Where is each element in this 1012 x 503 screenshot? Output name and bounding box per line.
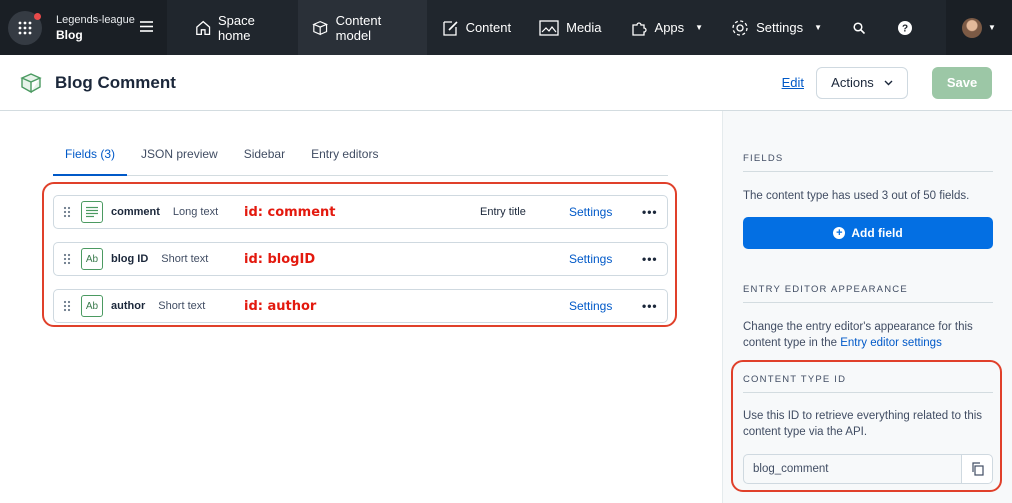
field-id-annotation: id: comment xyxy=(244,204,336,220)
drag-handle-icon[interactable] xyxy=(63,300,71,312)
space-name: Blog xyxy=(56,27,83,42)
content-type-sidebar: FIELDS The content type has used 3 out o… xyxy=(722,111,1012,503)
fields-heading: FIELDS xyxy=(743,153,993,172)
content-type-icon xyxy=(20,72,42,93)
notification-dot xyxy=(34,12,41,20)
actions-label: Actions xyxy=(831,75,874,90)
chevron-down-icon: ▼ xyxy=(695,23,704,32)
nav-label: Media xyxy=(566,20,602,35)
more-options-icon[interactable]: ••• xyxy=(642,205,658,219)
drag-handle-icon[interactable] xyxy=(63,253,71,265)
content-type-header: Blog Comment Edit Actions Save xyxy=(0,55,1012,111)
add-field-label: Add field xyxy=(851,226,903,240)
content-type-id-heading: CONTENT TYPE ID xyxy=(743,374,993,393)
nav-space-home[interactable]: Space home xyxy=(181,0,299,55)
svg-text:?: ? xyxy=(902,23,908,34)
entry-editor-settings-link[interactable]: Entry editor settings xyxy=(840,337,942,349)
nav-media[interactable]: Media xyxy=(525,0,615,55)
copy-button[interactable] xyxy=(961,454,993,484)
field-row-comment[interactable]: comment Long text id: comment Entry titl… xyxy=(53,195,668,229)
app-launcher-button[interactable] xyxy=(8,10,42,45)
nav-content-model[interactable]: Content model xyxy=(298,0,427,55)
gear-icon xyxy=(732,19,748,36)
field-name: comment xyxy=(111,206,160,218)
entry-editor-appearance-heading: ENTRY EDITOR APPEARANCE xyxy=(743,284,993,303)
search-button[interactable] xyxy=(836,0,882,55)
chevron-down-icon xyxy=(884,80,893,85)
field-settings-link[interactable]: Settings xyxy=(569,205,612,219)
field-type: Short text xyxy=(161,253,209,265)
tab-fields[interactable]: Fields (3) xyxy=(53,139,128,176)
nav-label: Settings xyxy=(756,20,804,35)
save-button[interactable]: Save xyxy=(932,66,992,99)
image-icon xyxy=(539,19,559,36)
content-type-id-field[interactable]: blog_comment xyxy=(743,454,961,484)
space-switcher[interactable]: Legends-league Blog xyxy=(0,0,167,55)
nav-label: Content xyxy=(465,20,512,35)
puzzle-icon xyxy=(631,21,647,36)
field-id-annotation: id: author xyxy=(244,298,317,314)
nav-label: Content model xyxy=(335,12,382,43)
field-type: Short text xyxy=(158,300,206,312)
content-type-id-description: Use this ID to retrieve everything relat… xyxy=(743,410,983,438)
actions-button[interactable]: Actions xyxy=(816,66,908,99)
nav-content[interactable]: Content xyxy=(427,0,526,55)
top-navigation: Legends-league Blog Space home Content m… xyxy=(0,0,1012,55)
account-menu[interactable]: ▼ xyxy=(946,0,1012,55)
field-type: Long text xyxy=(172,206,219,218)
tab-entry-editors[interactable]: Entry editors xyxy=(299,139,390,176)
field-name: author xyxy=(111,300,146,312)
field-row-author[interactable]: Ab author Short text id: author Settings… xyxy=(53,289,668,323)
field-row-blog-id[interactable]: Ab blog ID Short text id: blogID Setting… xyxy=(53,242,668,276)
field-settings-link[interactable]: Settings xyxy=(569,299,612,313)
tab-json-preview[interactable]: JSON preview xyxy=(129,139,230,176)
short-text-icon: Ab xyxy=(81,248,103,270)
edit-link[interactable]: Edit xyxy=(782,75,804,90)
drag-handle-icon[interactable] xyxy=(63,206,71,218)
add-field-button[interactable]: + Add field xyxy=(743,217,993,249)
field-list: comment Long text id: comment Entry titl… xyxy=(53,195,668,336)
field-name: blog ID xyxy=(111,253,149,265)
content-type-tabs: Fields (3) JSON preview Sidebar Entry ed… xyxy=(53,139,668,176)
nav-label: Apps xyxy=(654,20,685,35)
edit-icon xyxy=(442,20,458,36)
box-icon xyxy=(312,20,329,35)
tab-sidebar[interactable]: Sidebar xyxy=(232,139,297,176)
chevron-down-icon: ▼ xyxy=(988,23,996,32)
entry-title-label: Entry title xyxy=(480,206,526,218)
organization-name: Legends-league xyxy=(56,13,135,26)
copy-icon xyxy=(971,462,984,476)
fields-panel: Fields (3) JSON preview Sidebar Entry ed… xyxy=(0,111,722,503)
field-id-annotation: id: blogID xyxy=(244,251,316,267)
help-button[interactable]: ? xyxy=(882,0,928,55)
plus-icon: + xyxy=(833,227,846,239)
search-icon xyxy=(853,21,865,34)
avatar xyxy=(962,17,983,38)
chevron-down-icon: ▼ xyxy=(814,23,822,32)
long-text-icon xyxy=(81,201,103,223)
appearance-text: Change the entry editor's appearance for… xyxy=(743,319,993,351)
more-options-icon[interactable]: ••• xyxy=(642,252,658,266)
grid-icon xyxy=(18,21,32,34)
fields-usage-text: The content type has used 3 out of 50 fi… xyxy=(743,190,970,202)
nav-label: Space home xyxy=(217,12,255,43)
nav-settings[interactable]: Settings ▼ xyxy=(717,0,836,55)
short-text-icon: Ab xyxy=(81,295,103,317)
help-icon: ? xyxy=(898,20,912,35)
house-icon xyxy=(195,20,210,35)
field-settings-link[interactable]: Settings xyxy=(569,252,612,266)
page-title: Blog Comment xyxy=(55,72,176,92)
nav-apps[interactable]: Apps ▼ xyxy=(616,0,718,55)
more-options-icon[interactable]: ••• xyxy=(642,299,658,313)
menu-icon[interactable] xyxy=(140,21,153,32)
